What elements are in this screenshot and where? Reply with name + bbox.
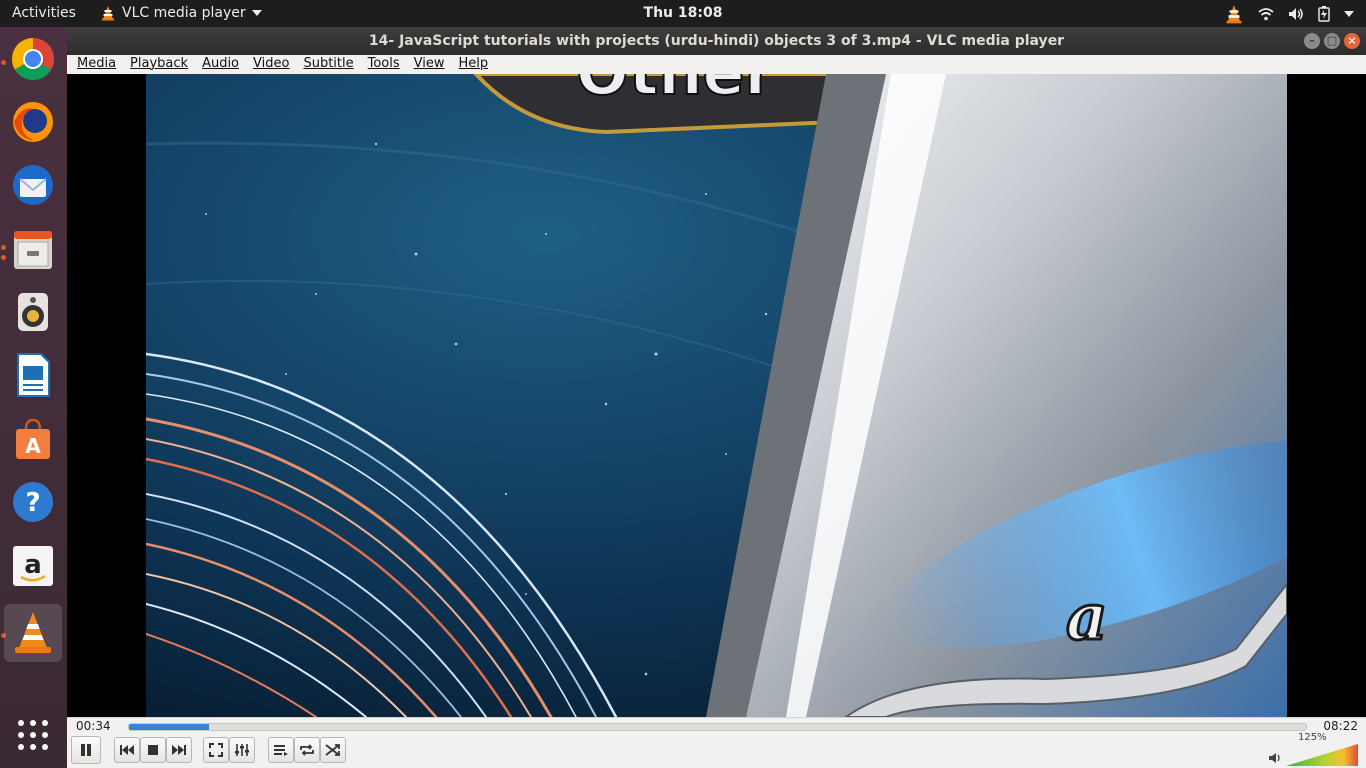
skip-back-icon	[120, 745, 134, 755]
vlc-tray-icon[interactable]	[1224, 4, 1244, 24]
video-still-image: Other a	[146, 74, 1287, 717]
app-grid-icon	[18, 720, 48, 750]
menu-video[interactable]: Video	[246, 55, 296, 74]
dock-item-amazon[interactable]: a	[4, 537, 62, 595]
svg-text:A: A	[25, 434, 41, 458]
dock-item-writer[interactable]	[4, 346, 62, 404]
firefox-icon	[13, 102, 53, 142]
svg-text:a: a	[24, 550, 42, 580]
video-area[interactable]: Other a	[67, 74, 1366, 717]
equalizer-icon	[235, 744, 249, 756]
menu-help[interactable]: Help	[452, 55, 496, 74]
menu-media[interactable]: Media	[70, 55, 123, 74]
chevron-down-icon	[251, 10, 262, 16]
menu-playback[interactable]: Playback	[123, 55, 195, 74]
wifi-icon[interactable]	[1258, 7, 1274, 21]
pause-icon	[81, 744, 91, 756]
dock-item-rhythmbox[interactable]	[4, 283, 62, 341]
playlist-icon	[274, 745, 288, 756]
previous-button[interactable]	[114, 737, 140, 763]
menu-bar: Media Playback Audio Video Subtitle Tool…	[67, 55, 1366, 74]
seek-progress	[129, 724, 210, 730]
window-titlebar[interactable]: 14- JavaScript tutorials with projects (…	[67, 27, 1366, 55]
total-time[interactable]: 08:22	[1323, 719, 1358, 733]
system-menu-arrow-icon[interactable]	[1344, 11, 1354, 17]
system-tray[interactable]	[1224, 4, 1354, 24]
dock: A ? a	[0, 27, 67, 768]
svg-text:Other: Other	[576, 74, 776, 109]
show-applications-button[interactable]	[4, 706, 62, 764]
app-menu[interactable]: VLC media player	[100, 5, 262, 21]
elapsed-time[interactable]: 00:34	[76, 719, 111, 733]
menu-tools[interactable]: Tools	[361, 55, 407, 74]
video-frame: Other a	[146, 74, 1287, 717]
dock-item-thunderbird[interactable]	[4, 156, 62, 214]
dock-item-firefox[interactable]	[4, 93, 62, 151]
stop-icon	[148, 745, 158, 755]
loop-button[interactable]	[294, 737, 320, 763]
battery-icon[interactable]	[1318, 6, 1330, 22]
help-icon: ?	[13, 482, 53, 522]
repeat-icon	[300, 744, 314, 756]
speaker-volume-icon[interactable]	[1268, 752, 1282, 764]
volume-control[interactable]: 125%	[1268, 732, 1358, 766]
menu-subtitle[interactable]: Subtitle	[296, 55, 360, 74]
shuffle-icon	[325, 744, 340, 756]
speaker-icon[interactable]	[1288, 7, 1304, 21]
shopping-bag-icon: A	[16, 418, 50, 459]
speaker-app-icon	[18, 293, 48, 331]
thunderbird-icon	[13, 165, 53, 205]
svg-text:a: a	[1066, 580, 1107, 655]
extended-settings-button[interactable]	[229, 737, 255, 763]
volume-level: 125%	[1298, 732, 1327, 743]
menu-view[interactable]: View	[407, 55, 452, 74]
stop-button[interactable]	[140, 737, 166, 763]
document-icon	[17, 353, 50, 397]
chromium-icon	[11, 37, 55, 81]
pause-button[interactable]	[71, 736, 101, 764]
svg-text:?: ?	[25, 488, 40, 518]
playlist-button[interactable]	[268, 737, 294, 763]
dock-item-chromium[interactable]	[4, 30, 62, 88]
fullscreen-icon	[209, 743, 223, 757]
clock[interactable]: Thu 18:08	[644, 5, 723, 21]
dock-item-help[interactable]: ?	[4, 473, 62, 531]
file-cabinet-icon	[14, 231, 52, 269]
minimize-button[interactable]: –	[1304, 33, 1320, 49]
top-bar: Activities VLC media player Thu 18:08	[0, 0, 1366, 27]
maximize-button[interactable]: □	[1324, 33, 1340, 49]
app-menu-label: VLC media player	[122, 5, 246, 21]
activities-button[interactable]: Activities	[12, 5, 76, 21]
volume-slider[interactable]	[1286, 744, 1358, 766]
window-title: 14- JavaScript tutorials with projects (…	[368, 33, 1065, 49]
dock-item-software[interactable]: A	[4, 410, 62, 468]
skip-forward-icon	[172, 745, 186, 755]
menu-audio[interactable]: Audio	[195, 55, 246, 74]
close-button[interactable]: ×	[1344, 33, 1360, 49]
fullscreen-button[interactable]	[203, 737, 229, 763]
shuffle-button[interactable]	[320, 737, 346, 763]
vlc-cone-icon	[15, 612, 51, 653]
vlc-window: 14- JavaScript tutorials with projects (…	[67, 27, 1366, 768]
amazon-icon: a	[13, 546, 53, 586]
dock-item-files[interactable]	[4, 220, 62, 278]
next-button[interactable]	[166, 737, 192, 763]
dock-item-vlc[interactable]	[4, 604, 62, 662]
playback-controls: 00:34 08:22 125%	[67, 717, 1366, 768]
seek-slider[interactable]	[128, 723, 1307, 731]
vlc-cone-icon	[102, 6, 114, 21]
